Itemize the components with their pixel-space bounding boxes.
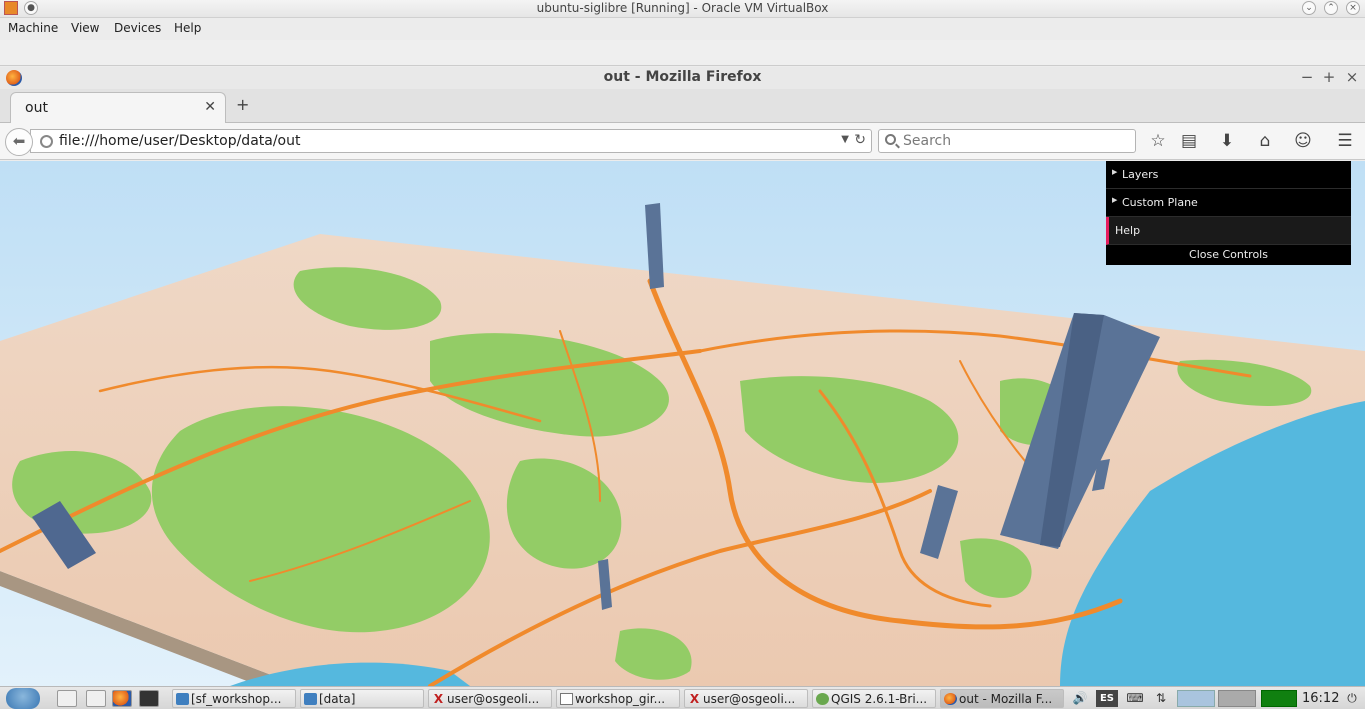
search-input[interactable] bbox=[903, 131, 1128, 151]
firefox-minimize-icon[interactable]: − bbox=[1298, 68, 1316, 86]
show-desktop-icon[interactable] bbox=[57, 690, 77, 707]
close-icon[interactable]: × bbox=[1346, 1, 1360, 15]
url-dropdown-icon[interactable]: ▼ bbox=[841, 134, 849, 145]
menu-view[interactable]: View bbox=[71, 21, 99, 35]
folder-layers-label: Layers bbox=[1122, 168, 1159, 181]
folder-icon bbox=[176, 693, 189, 705]
tab-close-icon[interactable]: ✕ bbox=[204, 99, 216, 115]
workspace-1[interactable] bbox=[1177, 690, 1215, 707]
keyboard-icon[interactable]: ⌨ bbox=[1124, 690, 1146, 707]
firefox-close-icon[interactable]: × bbox=[1343, 68, 1361, 86]
navigation-toolbar: file:///home/user/Desktop/data/out ▼ ↻ ⬅… bbox=[0, 123, 1365, 160]
caret-right-icon: ▶ bbox=[1112, 196, 1118, 204]
taskbar-item-terminal-1[interactable]: X user@osgeoli... bbox=[428, 689, 552, 708]
taskbar-item-data[interactable]: [data] bbox=[300, 689, 424, 708]
folder-layers[interactable]: ▶ Layers bbox=[1106, 161, 1351, 189]
folder-custom-plane-label: Custom Plane bbox=[1122, 196, 1198, 209]
virtualbox-window-title: ubuntu-siglibre [Running] - Oracle VM Vi… bbox=[536, 1, 829, 15]
firefox-window-title: out - Mozilla Firefox bbox=[603, 69, 762, 85]
taskbar-item-label: user@osgeoli... bbox=[447, 692, 540, 706]
xterm-icon: X bbox=[689, 692, 700, 706]
maximize-icon[interactable]: ⌃ bbox=[1324, 1, 1338, 15]
taskbar-item-label: workshop_gir... bbox=[575, 692, 666, 706]
volume-icon[interactable]: 🔊 bbox=[1070, 690, 1090, 707]
taskbar-item-label: user@osgeoli... bbox=[703, 692, 796, 706]
help-item[interactable]: Help bbox=[1106, 217, 1351, 245]
taskbar-item-label: QGIS 2.6.1-Bri... bbox=[831, 692, 928, 706]
downloads-icon[interactable]: ⬇ bbox=[1216, 130, 1238, 152]
search-icon bbox=[885, 134, 896, 145]
caret-right-icon: ▶ bbox=[1112, 168, 1118, 176]
new-tab-icon[interactable]: + bbox=[236, 95, 249, 114]
url-bar[interactable]: file:///home/user/Desktop/data/out ▼ ↻ bbox=[30, 129, 872, 153]
firefox-icon bbox=[944, 693, 957, 705]
folder-custom-plane[interactable]: ▶ Custom Plane bbox=[1106, 189, 1351, 217]
tab-label: out bbox=[25, 100, 48, 116]
bookmarks-menu-icon[interactable]: ▤ bbox=[1178, 130, 1200, 152]
url-text[interactable]: file:///home/user/Desktop/data/out bbox=[59, 133, 300, 149]
document-icon bbox=[560, 693, 573, 705]
network-icon[interactable]: ⇅ bbox=[1150, 690, 1172, 707]
back-button[interactable]: ⬅ bbox=[5, 128, 33, 156]
bookmark-star-icon[interactable]: ☆ bbox=[1147, 130, 1169, 152]
guest-desktop-strip bbox=[0, 40, 1365, 66]
taskbar-item-label: [data] bbox=[319, 692, 356, 706]
taskbar-item-workshop-doc[interactable]: workshop_gir... bbox=[556, 689, 680, 708]
clock[interactable]: 16:12 bbox=[1302, 689, 1339, 708]
folder-icon bbox=[304, 693, 317, 705]
taskbar-item-firefox[interactable]: out - Mozilla F... bbox=[940, 689, 1064, 708]
keyboard-layout-indicator[interactable]: ES bbox=[1096, 690, 1118, 707]
taskbar-item-sf-workshop[interactable]: [sf_workshop... bbox=[172, 689, 296, 708]
menu-machine[interactable]: Machine bbox=[8, 21, 58, 35]
hamburger-menu-icon[interactable]: ☰ bbox=[1334, 130, 1356, 152]
reload-icon[interactable]: ↻ bbox=[854, 132, 866, 148]
taskbar-item-terminal-2[interactable]: X user@osgeoli... bbox=[684, 689, 808, 708]
start-menu-icon[interactable] bbox=[6, 688, 40, 709]
taskbar-item-qgis[interactable]: QGIS 2.6.1-Bri... bbox=[812, 689, 936, 708]
virtualbox-titlebar: ● ubuntu-siglibre [Running] - Oracle VM … bbox=[0, 0, 1365, 18]
terminal-launcher-icon[interactable] bbox=[139, 690, 159, 707]
power-icon[interactable]: ⏻ bbox=[1343, 690, 1361, 707]
home-icon[interactable]: ⌂ bbox=[1254, 130, 1276, 152]
taskbar-item-label: [sf_workshop... bbox=[191, 692, 282, 706]
xterm-icon: X bbox=[433, 692, 444, 706]
hello-chat-icon[interactable]: ☺ bbox=[1292, 130, 1314, 152]
menu-help[interactable]: Help bbox=[174, 21, 201, 35]
qgis-icon bbox=[816, 693, 829, 705]
cpu-monitor bbox=[1261, 690, 1297, 707]
tab-bar: out ✕ + bbox=[0, 89, 1365, 124]
help-label: Help bbox=[1115, 224, 1141, 237]
tab-out[interactable]: out ✕ bbox=[10, 92, 226, 124]
file-manager-launcher-icon[interactable] bbox=[86, 690, 106, 707]
minimize-icon[interactable]: ⌄ bbox=[1302, 1, 1316, 15]
menu-devices[interactable]: Devices bbox=[114, 21, 161, 35]
firefox-launcher-icon[interactable] bbox=[112, 690, 132, 707]
workspace-2[interactable] bbox=[1218, 690, 1256, 707]
taskbar-item-label: out - Mozilla F... bbox=[959, 692, 1053, 706]
taskbar: [sf_workshop... [data] X user@osgeoli...… bbox=[0, 686, 1365, 709]
firefox-maximize-icon[interactable]: + bbox=[1320, 68, 1338, 86]
search-bar[interactable] bbox=[878, 129, 1136, 153]
controls-panel: ▶ Layers ▶ Custom Plane Help Close Contr… bbox=[1106, 161, 1351, 265]
globe-icon bbox=[40, 135, 53, 148]
firefox-titlebar: out - Mozilla Firefox − + × bbox=[0, 67, 1365, 89]
close-controls-button[interactable]: Close Controls bbox=[1106, 245, 1351, 265]
virtualbox-menubar: Machine View Devices Help bbox=[0, 18, 1365, 40]
